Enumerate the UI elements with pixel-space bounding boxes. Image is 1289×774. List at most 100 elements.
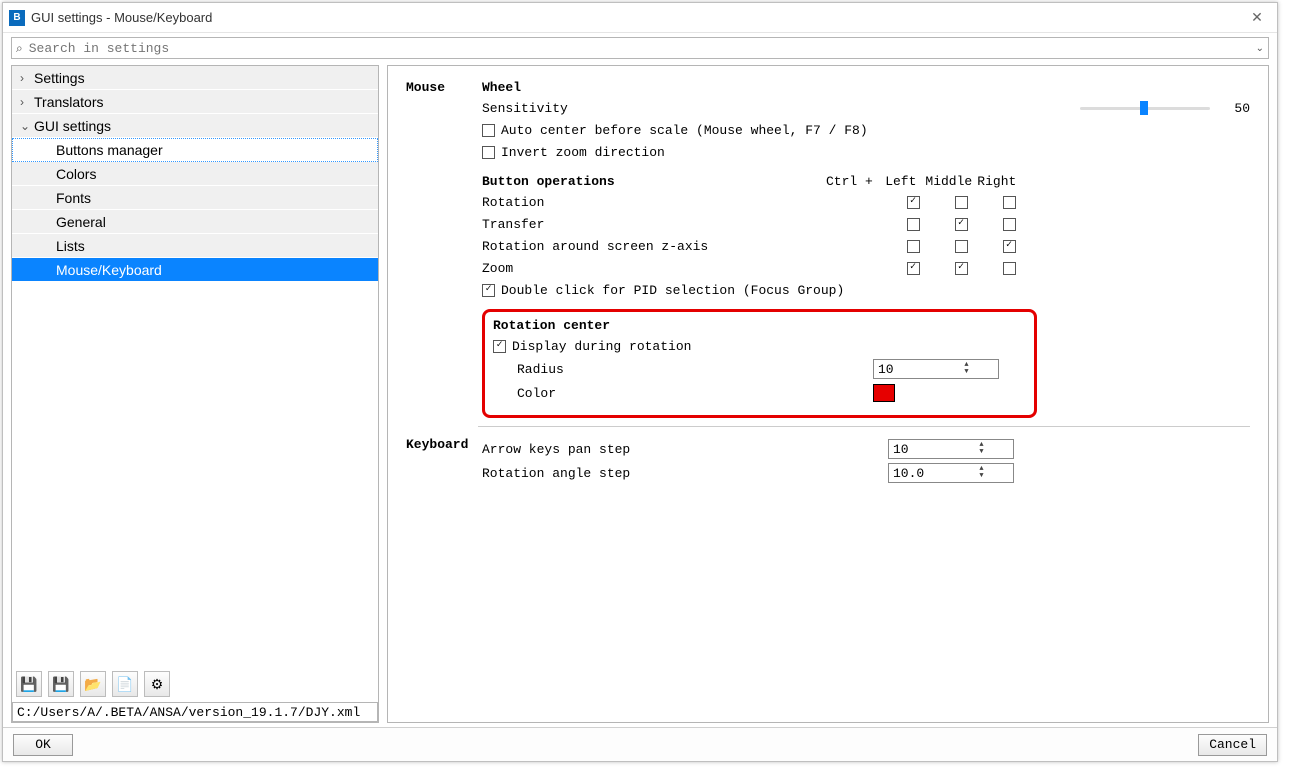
section-label-mouse: Mouse bbox=[406, 80, 482, 433]
pan-step-value: 10 bbox=[893, 442, 952, 457]
tree-item-buttons-manager[interactable]: Buttons manager bbox=[12, 138, 378, 162]
invert-zoom-row[interactable]: Invert zoom direction bbox=[482, 141, 1250, 163]
tree-item-translators[interactable]: › Translators bbox=[12, 90, 378, 114]
ok-button[interactable]: OK bbox=[13, 734, 73, 756]
checkbox-zoom-right[interactable] bbox=[1003, 262, 1016, 275]
save-edit-icon[interactable]: 💾 bbox=[48, 671, 74, 697]
checkbox-rotz-left[interactable] bbox=[907, 240, 920, 253]
color-swatch[interactable] bbox=[873, 384, 895, 402]
sensitivity-row: Sensitivity 50 bbox=[482, 97, 1250, 119]
checkbox-display-during[interactable] bbox=[493, 340, 506, 353]
pan-step-spinner[interactable]: 10 ▲▼ bbox=[888, 439, 1014, 459]
tree-label: Settings bbox=[34, 70, 85, 86]
sensitivity-slider[interactable] bbox=[1080, 97, 1210, 119]
settings-tree: › Settings › Translators ⌄ GUI settings … bbox=[12, 66, 378, 668]
checkbox-rotz-middle[interactable] bbox=[955, 240, 968, 253]
checkbox-invert-zoom[interactable] bbox=[482, 146, 495, 159]
titlebar: B GUI settings - Mouse/Keyboard ✕ bbox=[3, 3, 1277, 33]
rot-step-row: Rotation angle step 10.0 ▲▼ bbox=[482, 461, 1250, 485]
auto-center-label: Auto center before scale (Mouse wheel, F… bbox=[501, 123, 868, 138]
checkbox-zoom-middle[interactable] bbox=[955, 262, 968, 275]
spinner-arrows-icon[interactable]: ▲▼ bbox=[952, 466, 1011, 480]
pan-step-label: Arrow keys pan step bbox=[482, 442, 888, 457]
checkbox-rotation-left[interactable] bbox=[907, 196, 920, 209]
button-ops-heading: Button operations bbox=[482, 174, 826, 189]
sidebar-toolbar: 💾 💾 📂 📄 ⚙ bbox=[12, 668, 378, 700]
slider-thumb[interactable] bbox=[1140, 101, 1148, 115]
search-icon: ⌕ bbox=[16, 41, 23, 56]
checkbox-rotation-right[interactable] bbox=[1003, 196, 1016, 209]
spinner-arrows-icon[interactable]: ▲▼ bbox=[952, 442, 1011, 456]
tree-item-mouse-keyboard[interactable]: Mouse/Keyboard bbox=[12, 258, 378, 282]
op-label: Transfer bbox=[482, 217, 892, 232]
tree-label: GUI settings bbox=[34, 118, 111, 134]
color-label: Color bbox=[493, 386, 873, 401]
tree-item-fonts[interactable]: Fonts bbox=[12, 186, 378, 210]
col-right: Right bbox=[973, 174, 1021, 189]
tree-label: Buttons manager bbox=[56, 142, 163, 158]
window-title: GUI settings - Mouse/Keyboard bbox=[31, 10, 1237, 25]
ctrl-plus-label: Ctrl + bbox=[826, 174, 873, 189]
open-icon[interactable]: 📂 bbox=[80, 671, 106, 697]
rotation-center-group: Rotation center Display during rotation … bbox=[482, 309, 1037, 418]
settings-file-path[interactable]: C:/Users/A/.BETA/ANSA/version_19.1.7/DJY… bbox=[12, 702, 378, 722]
preferences-icon[interactable]: ⚙ bbox=[144, 671, 170, 697]
checkbox-rotation-middle[interactable] bbox=[955, 196, 968, 209]
dbl-click-row[interactable]: Double click for PID selection (Focus Gr… bbox=[482, 279, 1250, 301]
checkbox-rotz-right[interactable] bbox=[1003, 240, 1016, 253]
dialog-footer: OK Cancel bbox=[3, 727, 1277, 761]
wheel-heading: Wheel bbox=[482, 80, 1250, 95]
mouse-section: Mouse Wheel Sensitivity 50 bbox=[406, 80, 1250, 433]
checkbox-zoom-left[interactable] bbox=[907, 262, 920, 275]
op-rot-z-row: Rotation around screen z-axis bbox=[482, 235, 1250, 257]
collapse-icon[interactable]: ⌄ bbox=[20, 119, 34, 133]
cancel-button[interactable]: Cancel bbox=[1198, 734, 1267, 756]
tree-item-colors[interactable]: Colors bbox=[12, 162, 378, 186]
tree-item-gui-settings[interactable]: ⌄ GUI settings bbox=[12, 114, 378, 138]
radius-row: Radius 10 ▲▼ bbox=[493, 357, 1026, 381]
auto-center-row[interactable]: Auto center before scale (Mouse wheel, F… bbox=[482, 119, 1250, 141]
dialog-window: B GUI settings - Mouse/Keyboard ✕ ⌕ ⌄ › … bbox=[2, 2, 1278, 762]
app-icon: B bbox=[9, 10, 25, 26]
chevron-down-icon[interactable]: ⌄ bbox=[1256, 43, 1264, 54]
op-rotation-row: Rotation bbox=[482, 191, 1250, 213]
tree-label: Mouse/Keyboard bbox=[56, 262, 162, 278]
col-middle: Middle bbox=[925, 174, 973, 189]
checkbox-dblclick-pid[interactable] bbox=[482, 284, 495, 297]
spinner-arrows-icon[interactable]: ▲▼ bbox=[937, 362, 996, 376]
rot-step-label: Rotation angle step bbox=[482, 466, 888, 481]
checkbox-transfer-left[interactable] bbox=[907, 218, 920, 231]
op-label: Rotation bbox=[482, 195, 892, 210]
section-label-keyboard: Keyboard bbox=[406, 437, 482, 485]
search-input[interactable] bbox=[27, 40, 1256, 57]
display-during-row[interactable]: Display during rotation bbox=[493, 335, 1026, 357]
tree-item-settings[interactable]: › Settings bbox=[12, 66, 378, 90]
checkbox-auto-center[interactable] bbox=[482, 124, 495, 137]
col-left: Left bbox=[877, 174, 925, 189]
tree-label: Fonts bbox=[56, 190, 91, 206]
pan-step-row: Arrow keys pan step 10 ▲▼ bbox=[482, 437, 1250, 461]
tree-item-general[interactable]: General bbox=[12, 210, 378, 234]
expand-icon[interactable]: › bbox=[20, 95, 34, 109]
op-transfer-row: Transfer bbox=[482, 213, 1250, 235]
radius-spinner[interactable]: 10 ▲▼ bbox=[873, 359, 999, 379]
settings-search[interactable]: ⌕ ⌄ bbox=[11, 37, 1269, 59]
keyboard-section: Keyboard Arrow keys pan step 10 ▲▼ Rotat… bbox=[406, 437, 1250, 485]
display-during-label: Display during rotation bbox=[512, 339, 691, 354]
checkbox-transfer-middle[interactable] bbox=[955, 218, 968, 231]
save-icon[interactable]: 💾 bbox=[16, 671, 42, 697]
radius-label: Radius bbox=[493, 362, 873, 377]
checkbox-transfer-right[interactable] bbox=[1003, 218, 1016, 231]
expand-icon[interactable]: › bbox=[20, 71, 34, 85]
close-button[interactable]: ✕ bbox=[1237, 3, 1277, 32]
tree-label: General bbox=[56, 214, 106, 230]
dialog-body: › Settings › Translators ⌄ GUI settings … bbox=[3, 65, 1277, 727]
tree-item-lists[interactable]: Lists bbox=[12, 234, 378, 258]
invert-zoom-label: Invert zoom direction bbox=[501, 145, 665, 160]
rot-step-spinner[interactable]: 10.0 ▲▼ bbox=[888, 463, 1014, 483]
sensitivity-label: Sensitivity bbox=[482, 101, 568, 116]
import-icon[interactable]: 📄 bbox=[112, 671, 138, 697]
section-separator bbox=[478, 426, 1250, 427]
op-label: Zoom bbox=[482, 261, 892, 276]
settings-panel: Mouse Wheel Sensitivity 50 bbox=[387, 65, 1269, 723]
